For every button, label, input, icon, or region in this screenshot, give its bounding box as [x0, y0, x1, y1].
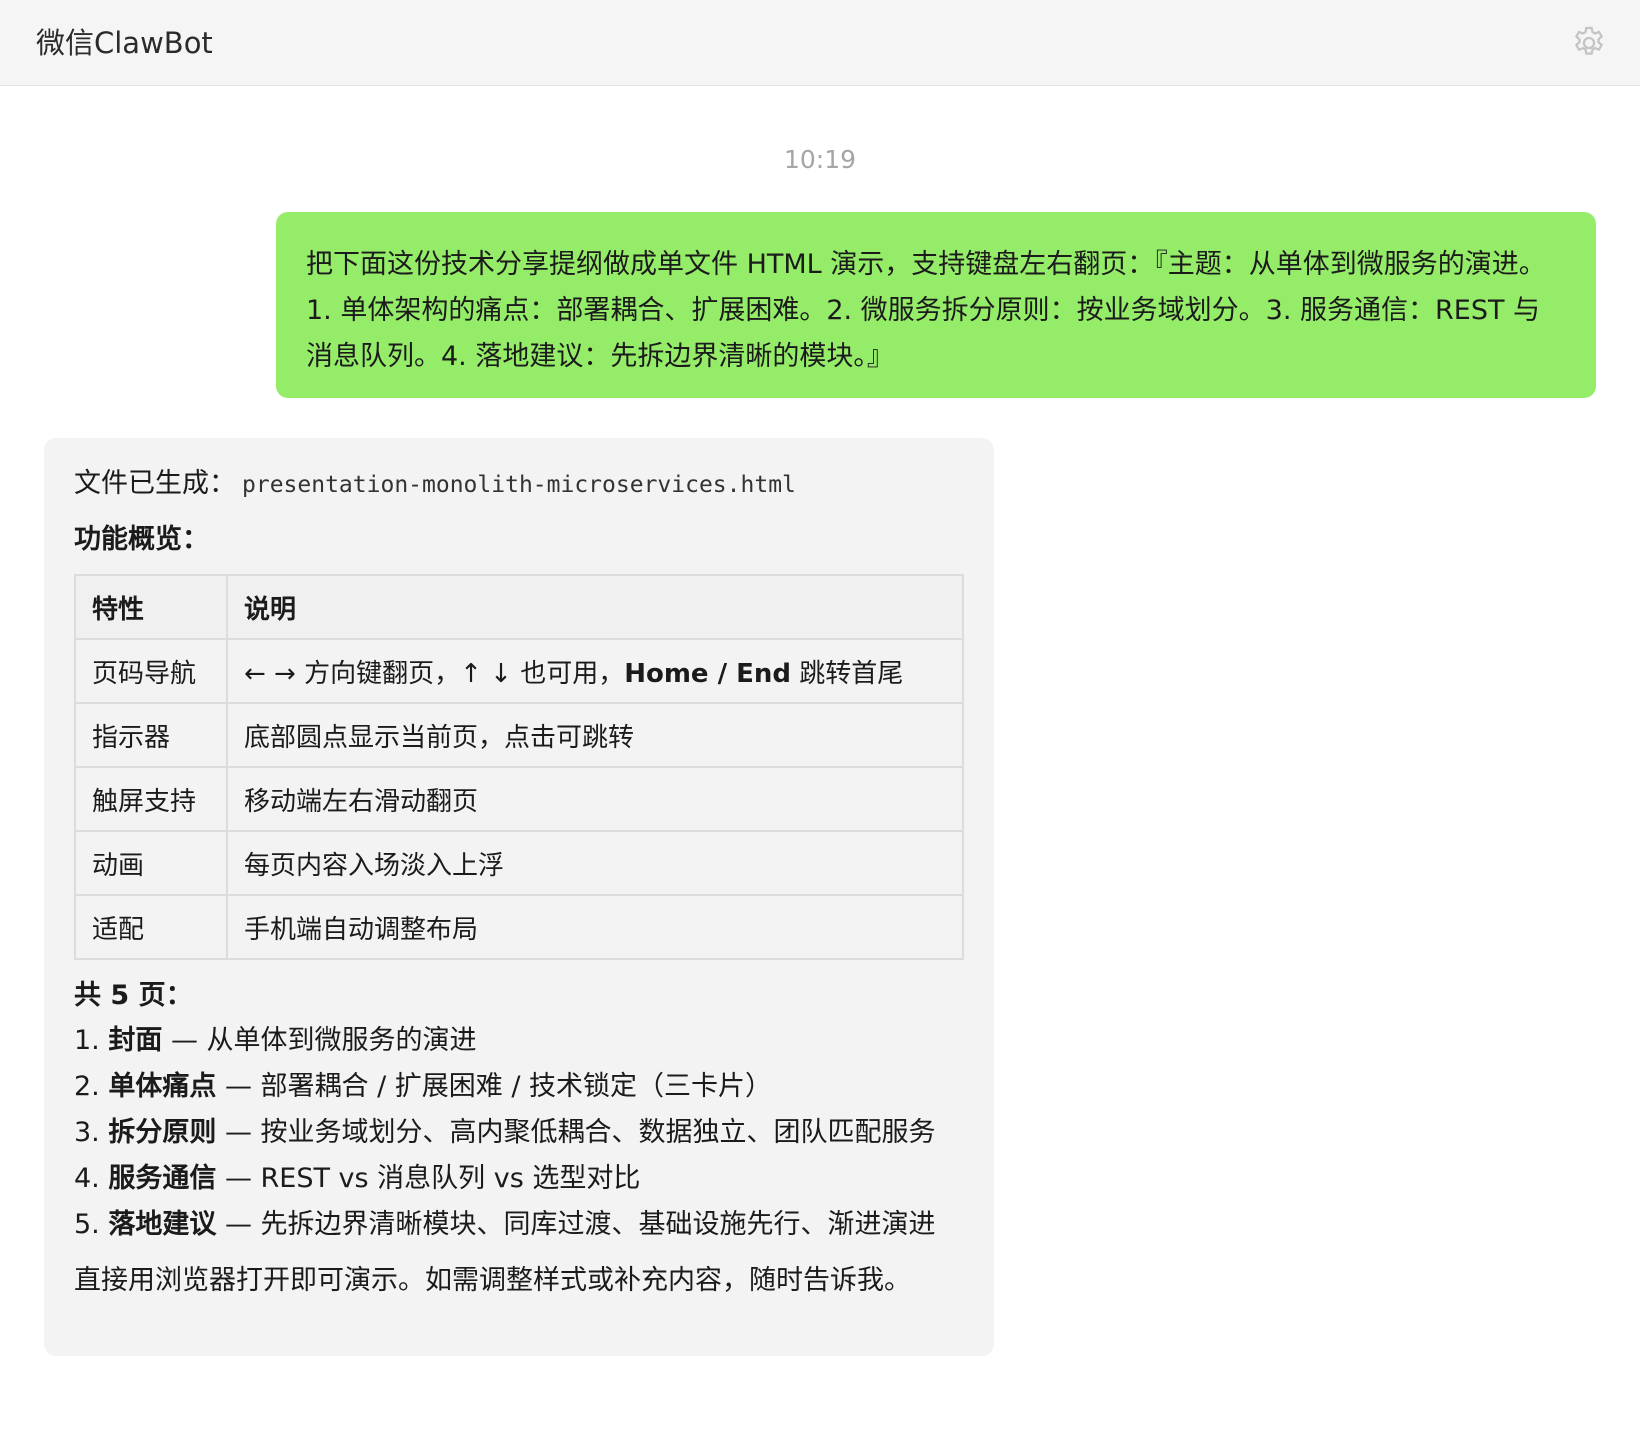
page-name: 封面	[108, 1025, 163, 1056]
table-cell-description: ← → 方向键翻页，↑ ↓ 也可用，Home / End 跳转首尾	[226, 638, 964, 704]
list-item: 1. 封面 — 从单体到微服务的演进	[74, 1018, 964, 1064]
table-cell-feature: 页码导航	[74, 638, 228, 704]
page-number: 1.	[74, 1025, 100, 1056]
table-cell-description: 每页内容入场淡入上浮	[226, 830, 964, 896]
page-name: 落地建议	[108, 1209, 217, 1240]
table-cell-feature: 触屏支持	[74, 766, 228, 832]
page-description: — 按业务域划分、高内聚低耦合、数据独立、团队匹配服务	[216, 1117, 936, 1148]
table-cell-feature: 适配	[74, 894, 228, 960]
description-text: ← → 方向键翻页，↑ ↓ 也可用，	[244, 658, 625, 689]
page-number: 2.	[74, 1071, 100, 1102]
page-number: 4.	[74, 1163, 100, 1194]
list-item: 3. 拆分原则 — 按业务域划分、高内聚低耦合、数据独立、团队匹配服务	[74, 1110, 964, 1156]
table-cell-description: 手机端自动调整布局	[226, 894, 964, 960]
description-bold-text: Home / End	[624, 658, 792, 689]
page-description: — 先拆边界清晰模块、同库过渡、基础设施先行、渐进演进	[216, 1209, 936, 1240]
chat-header: 微信ClawBot	[0, 0, 1640, 86]
table-row: 页码导航 ← → 方向键翻页，↑ ↓ 也可用，Home / End 跳转首尾	[74, 638, 964, 704]
file-name: presentation-monolith-microservices.html	[242, 472, 796, 498]
table-cell-description: 底部圆点显示当前页，点击可跳转	[226, 702, 964, 768]
bot-message-bubble[interactable]: 文件已生成： presentation-monolith-microservice…	[44, 438, 994, 1356]
gear-icon	[1574, 26, 1604, 55]
list-item: 4. 服务通信 — REST vs 消息队列 vs 选型对比	[74, 1156, 964, 1202]
overview-heading: 功能概览：	[74, 524, 209, 555]
page-number: 3.	[74, 1117, 100, 1148]
page-description: — 从单体到微服务的演进	[162, 1025, 477, 1056]
page-number: 5.	[74, 1209, 100, 1240]
table-cell-feature: 指示器	[74, 702, 228, 768]
table-header-description: 说明	[226, 574, 964, 640]
message-timestamp: 10:19	[783, 145, 857, 174]
features-table: 特性 说明 页码导航 ← → 方向键翻页，↑ ↓ 也可用，Home / End …	[74, 574, 964, 960]
user-message-bubble[interactable]: 把下面这份技术分享提纲做成单文件 HTML 演示，支持键盘左右翻页：『主题：从单…	[276, 212, 1596, 398]
table-header-feature: 特性	[74, 574, 228, 640]
list-item: 2. 单体痛点 — 部署耦合 / 扩展困难 / 技术锁定（三卡片）	[74, 1064, 964, 1110]
page-name: 拆分原则	[108, 1117, 217, 1148]
list-item: 5. 落地建议 — 先拆边界清晰模块、同库过渡、基础设施先行、渐进演进	[74, 1202, 964, 1248]
page-description: — 部署耦合 / 扩展困难 / 技术锁定（三卡片）	[216, 1071, 773, 1102]
file-generated-line: 文件已生成： presentation-monolith-microservice…	[74, 462, 964, 506]
table-row: 适配 手机端自动调整布局	[74, 894, 964, 960]
file-label: 文件已生成：	[74, 468, 236, 499]
chat-title: 微信ClawBot	[36, 26, 213, 60]
page-name: 服务通信	[108, 1163, 217, 1194]
page-description: — REST vs 消息队列 vs 选型对比	[216, 1163, 641, 1194]
table-cell-feature: 动画	[74, 830, 228, 896]
settings-button[interactable]	[1570, 24, 1608, 62]
closing-text: 直接用浏览器打开即可演示。如需调整样式或补充内容，随时告诉我。	[74, 1265, 911, 1296]
pages-heading: 共 5 页：	[74, 980, 193, 1011]
table-row: 动画 每页内容入场淡入上浮	[74, 830, 964, 896]
table-header-row: 特性 说明	[74, 574, 964, 640]
table-cell-description: 移动端左右滑动翻页	[226, 766, 964, 832]
page-name: 单体痛点	[108, 1071, 217, 1102]
table-row: 触屏支持 移动端左右滑动翻页	[74, 766, 964, 832]
description-text-tail: 跳转首尾	[791, 658, 904, 689]
table-row: 指示器 底部圆点显示当前页，点击可跳转	[74, 702, 964, 768]
